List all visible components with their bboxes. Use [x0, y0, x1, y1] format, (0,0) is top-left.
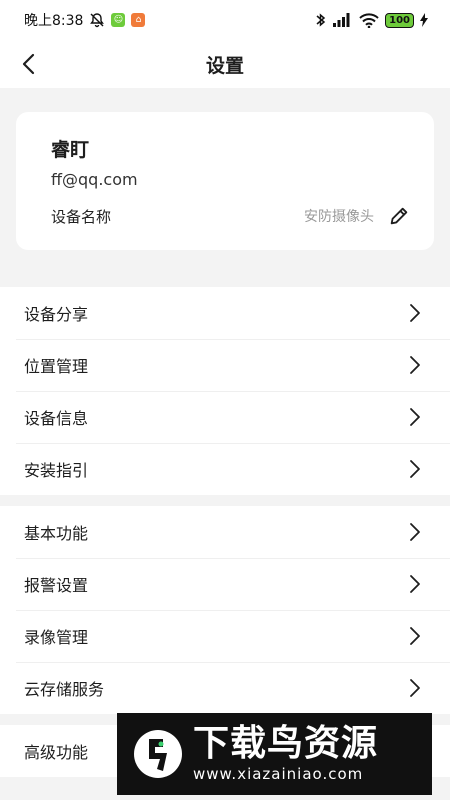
menu-item-label: 位置管理	[24, 357, 89, 376]
menu-item-label: 设备分享	[24, 305, 89, 324]
menu-item-alarm-settings[interactable]: 报警设置	[0, 558, 450, 610]
menu-item-location[interactable]: 位置管理	[0, 339, 450, 391]
page-title: 设置	[205, 54, 244, 77]
app-icon-green: ☺	[111, 13, 126, 27]
chevron-right-icon	[410, 304, 420, 322]
device-name-row[interactable]: 设备名称 安防摄像头	[51, 204, 410, 228]
chevron-right-icon	[410, 627, 420, 645]
chevron-right-icon	[410, 356, 420, 374]
settings-group-device: 设备分享 位置管理 设备信息 安装指引	[0, 287, 450, 495]
watermark-text: 下载鸟资源 www.xiazainiao.com	[193, 724, 378, 784]
menu-item-cloud-storage[interactable]: 云存储服务	[0, 662, 450, 714]
chevron-right-icon	[410, 408, 420, 426]
chevron-right-icon	[410, 679, 420, 697]
menu-item-device-info[interactable]: 设备信息	[0, 391, 450, 443]
signal-icon	[333, 13, 350, 27]
menu-item-device-share[interactable]: 设备分享	[0, 287, 450, 339]
watermark-title: 下载鸟资源	[193, 723, 379, 764]
app-icon-orange: ⌂	[131, 13, 146, 27]
chevron-right-icon	[410, 575, 420, 593]
chevron-right-icon	[410, 523, 420, 541]
device-name: 睿盯	[51, 139, 90, 161]
chevron-left-icon[interactable]	[18, 52, 42, 76]
device-email: ff@qq.com	[51, 170, 138, 189]
bluetooth-icon	[316, 13, 326, 27]
status-time: 晚上8:38	[24, 13, 84, 29]
menu-item-label: 高级功能	[24, 743, 89, 762]
menu-item-label: 报警设置	[24, 576, 89, 595]
wifi-icon	[359, 12, 379, 28]
status-bar: 晚上8:38 ☺ ⌂ 100	[0, 0, 450, 40]
status-bar-left: 晚上8:38 ☺ ⌂	[24, 10, 146, 30]
chevron-right-icon	[410, 460, 420, 478]
watermark-banner: 下载鸟资源 www.xiazainiao.com	[117, 713, 432, 795]
charging-icon	[420, 13, 428, 27]
nav-bar: 设置	[0, 40, 450, 88]
menu-item-label: 云存储服务	[24, 680, 105, 699]
bird-logo-icon	[134, 730, 182, 778]
device-card: 睿盯 ff@qq.com 设备名称 安防摄像头	[16, 112, 434, 250]
menu-item-label: 录像管理	[24, 628, 89, 647]
bell-off-icon	[90, 13, 105, 28]
menu-item-label: 设备信息	[24, 409, 89, 428]
device-name-label: 设备名称	[51, 207, 112, 226]
device-name-value: 安防摄像头	[304, 209, 374, 225]
status-bar-right: 100	[315, 12, 428, 28]
menu-item-label: 安装指引	[24, 461, 89, 480]
watermark-url: www.xiazainiao.com	[193, 765, 364, 783]
settings-group-functions: 基本功能 报警设置 录像管理 云存储服务	[0, 506, 450, 714]
menu-item-install-guide[interactable]: 安装指引	[0, 443, 450, 495]
menu-item-recording[interactable]: 录像管理	[0, 610, 450, 662]
battery-indicator: 100	[385, 12, 414, 28]
menu-item-basic-functions[interactable]: 基本功能	[0, 506, 450, 558]
menu-item-label: 基本功能	[24, 524, 89, 543]
pencil-icon[interactable]	[388, 205, 410, 227]
